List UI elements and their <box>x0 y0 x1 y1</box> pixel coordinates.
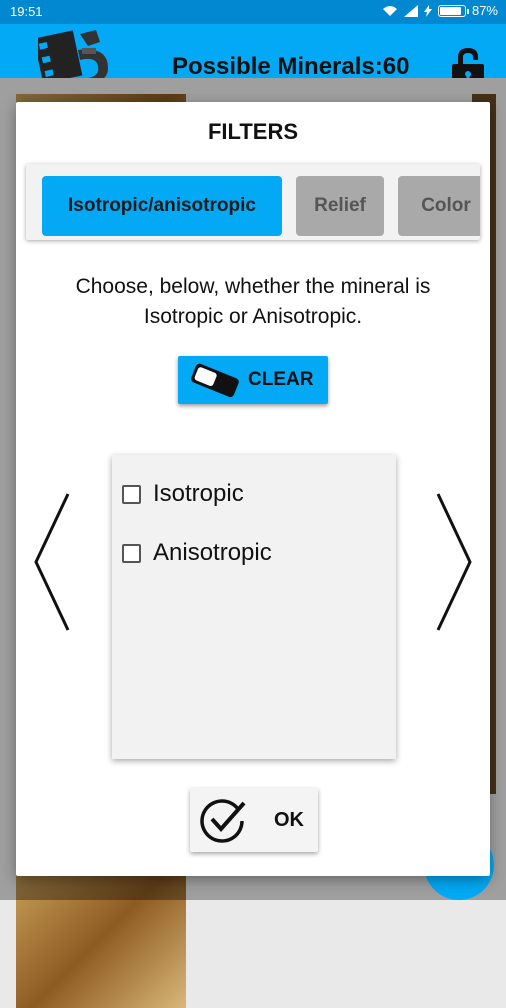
tab-color[interactable]: Color <box>398 176 480 236</box>
tab-relief[interactable]: Relief <box>296 176 384 236</box>
clear-label: CLEAR <box>248 369 314 390</box>
clear-button[interactable]: CLEAR <box>178 356 328 404</box>
options-panel: Isotropic Anisotropic <box>112 455 396 759</box>
eraser-icon <box>191 363 239 398</box>
ok-button[interactable]: OK <box>190 788 318 852</box>
signal-icon <box>403 4 418 17</box>
option-label: Anisotropic <box>153 539 272 566</box>
option-label: Isotropic <box>153 480 244 507</box>
filter-tabs: Isotropic/anisotropic Relief Color <box>26 164 480 240</box>
charging-icon <box>423 4 432 17</box>
filters-dialog: FILTERS Isotropic/anisotropic Relief Col… <box>16 102 490 876</box>
option-anisotropic[interactable]: Anisotropic <box>122 539 272 567</box>
battery-percent: 87% <box>471 3 498 18</box>
check-circle-icon <box>200 799 246 843</box>
status-bar: 19:51 87% <box>0 0 506 24</box>
app-bar: Possible Minerals:60 <box>0 24 506 88</box>
ok-label: OK <box>274 808 304 831</box>
status-icons: 87% <box>382 3 498 18</box>
next-arrow-icon[interactable] <box>434 492 474 632</box>
isotropic-checkbox[interactable] <box>122 484 141 504</box>
app-title: Possible Minerals:60 <box>172 53 410 80</box>
wifi-icon <box>382 5 397 16</box>
battery-icon <box>437 4 469 17</box>
option-isotropic[interactable]: Isotropic <box>122 480 244 508</box>
anisotropic-checkbox[interactable] <box>122 543 141 563</box>
previous-arrow-icon[interactable] <box>32 492 72 632</box>
status-time: 19:51 <box>10 4 43 19</box>
tab-isotropic-anisotropic[interactable]: Isotropic/anisotropic <box>42 176 282 236</box>
filter-description: Choose, below, whether the mineral is Is… <box>75 275 431 328</box>
dialog-title: FILTERS <box>207 119 299 144</box>
